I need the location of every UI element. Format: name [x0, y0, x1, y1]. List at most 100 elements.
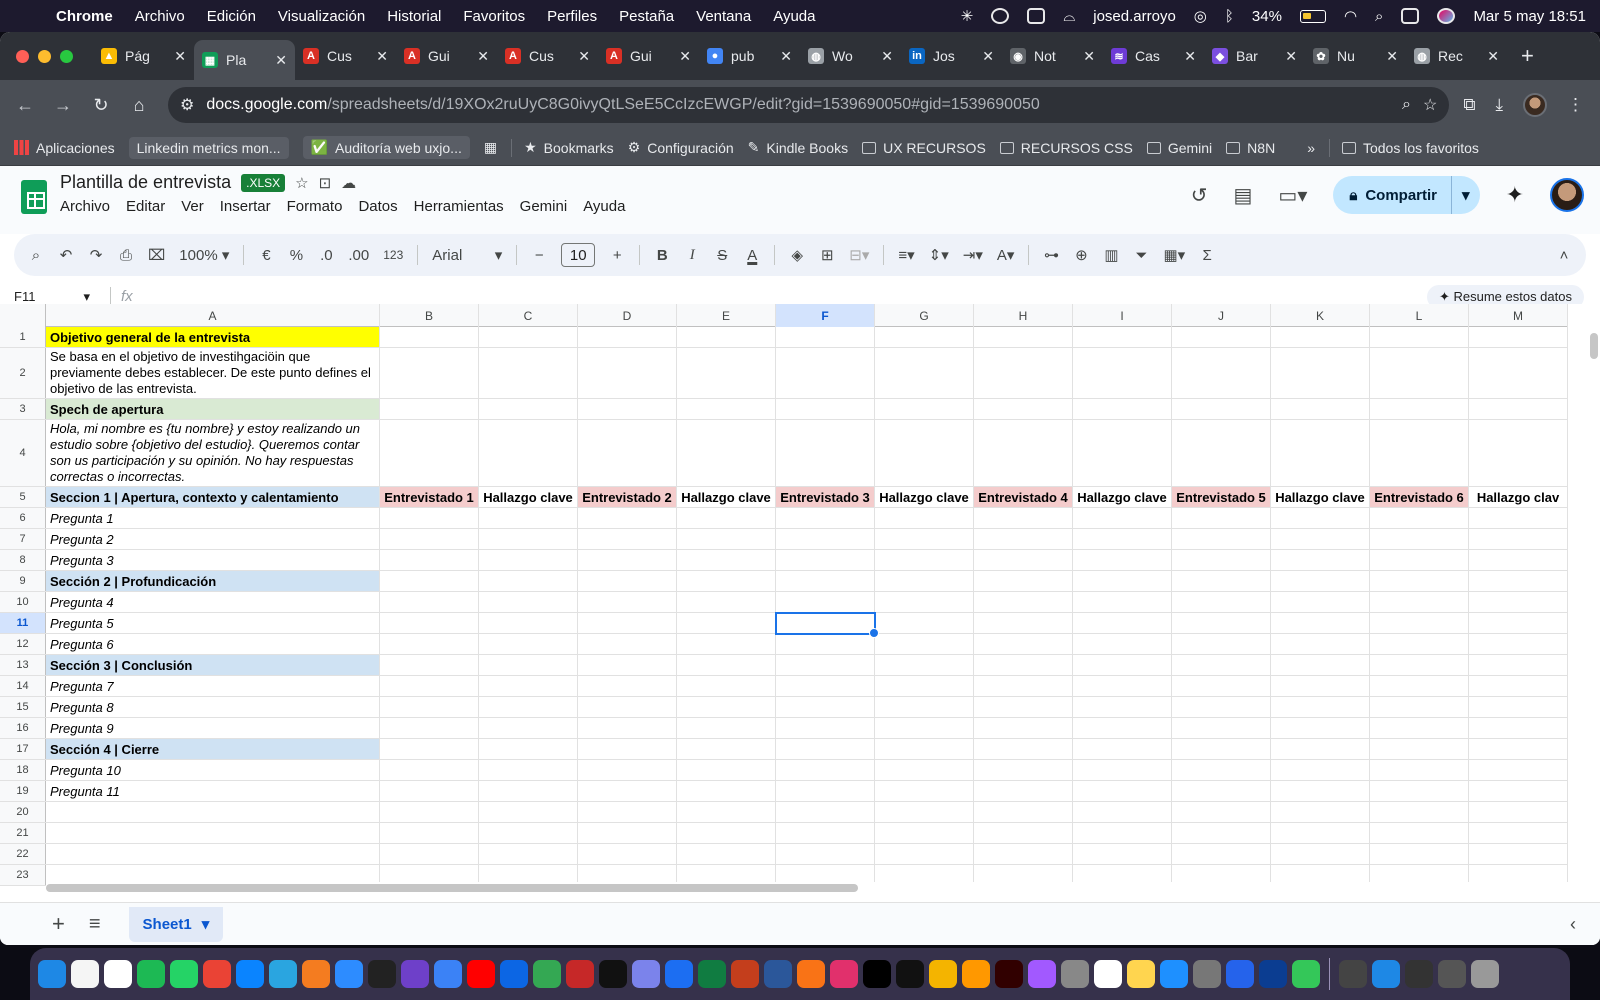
grid-cell[interactable]: [1271, 592, 1370, 612]
zoom-select[interactable]: 100% ▾: [179, 246, 229, 265]
grid-cell[interactable]: [875, 348, 974, 398]
reload-icon[interactable]: ↻: [82, 95, 120, 116]
grid-cell[interactable]: [479, 420, 578, 486]
grid-cell[interactable]: [578, 508, 677, 528]
filter-views-icon[interactable]: ▦▾: [1163, 246, 1185, 264]
vertical-align-icon[interactable]: ⇕▾: [929, 246, 949, 264]
grid-cell[interactable]: [479, 781, 578, 801]
insert-chart-icon[interactable]: ▥: [1103, 246, 1119, 264]
grid-cell[interactable]: [1370, 697, 1469, 717]
menu-insertar[interactable]: Insertar: [220, 198, 271, 215]
more-bookmarks-button[interactable]: »: [1307, 140, 1315, 156]
grid-cell[interactable]: [1271, 571, 1370, 591]
menubar-item[interactable]: Perfiles: [547, 8, 597, 25]
grid-cell[interactable]: [380, 327, 479, 347]
dock-app-icon[interactable]: [1160, 960, 1188, 988]
row-header[interactable]: 23: [0, 865, 46, 885]
grid-cell[interactable]: [776, 739, 875, 759]
bookmark-item[interactable]: ★ Bookmarks: [524, 139, 614, 156]
grid-cell[interactable]: [380, 739, 479, 759]
dock-app-icon[interactable]: [830, 960, 858, 988]
vertical-scrollbar[interactable]: [1588, 328, 1600, 888]
grid-cell[interactable]: Seccion 1 | Apertura, contexto y calenta…: [46, 487, 380, 507]
grid-cell[interactable]: [1370, 739, 1469, 759]
row-header[interactable]: 8: [0, 550, 46, 570]
grid-cell[interactable]: [578, 760, 677, 780]
grid-cell[interactable]: [974, 739, 1073, 759]
grid-cell[interactable]: [875, 823, 974, 843]
grid-cell[interactable]: [776, 613, 875, 633]
grid-cell[interactable]: [677, 655, 776, 675]
grid-cell[interactable]: [974, 844, 1073, 864]
grid-cell[interactable]: [1469, 420, 1568, 486]
dock-app-icon[interactable]: [38, 960, 66, 988]
dock-app-icon[interactable]: [863, 960, 891, 988]
menu-gemini[interactable]: Gemini: [520, 198, 568, 215]
dock-app-icon[interactable]: [467, 960, 495, 988]
row-header[interactable]: 15: [0, 697, 46, 717]
grid-cell[interactable]: [974, 592, 1073, 612]
dock-app-icon[interactable]: [335, 960, 363, 988]
grid-cell[interactable]: [578, 844, 677, 864]
grid-cell[interactable]: [1271, 420, 1370, 486]
grid-cell[interactable]: [1073, 571, 1172, 591]
grid-cell[interactable]: [1469, 508, 1568, 528]
row-header[interactable]: 19: [0, 781, 46, 801]
grid-cell[interactable]: [1469, 613, 1568, 633]
menubar-item[interactable]: Ventana: [696, 8, 751, 25]
grid-cell[interactable]: [1271, 844, 1370, 864]
grid-cell[interactable]: [1370, 327, 1469, 347]
dock-app-icon[interactable]: [731, 960, 759, 988]
grid-cell[interactable]: [46, 802, 380, 822]
grid-cell[interactable]: [776, 399, 875, 419]
dock-app-icon[interactable]: [1127, 960, 1155, 988]
dock-app-icon[interactable]: [434, 960, 462, 988]
dock-app-icon[interactable]: [401, 960, 429, 988]
grid-cell[interactable]: [380, 844, 479, 864]
functions-icon[interactable]: Σ: [1199, 247, 1215, 264]
text-rotation-icon[interactable]: A▾: [997, 246, 1015, 264]
menubar-item[interactable]: Edición: [207, 8, 256, 25]
grid-cell[interactable]: Pregunta 8: [46, 697, 380, 717]
grid-cell[interactable]: [974, 718, 1073, 738]
grid-cell[interactable]: [1271, 676, 1370, 696]
menu-datos[interactable]: Datos: [358, 198, 397, 215]
grid-cell[interactable]: [479, 739, 578, 759]
grid-cell[interactable]: [1172, 613, 1271, 633]
number-format-button[interactable]: 123: [383, 248, 403, 262]
grid-cell[interactable]: [380, 760, 479, 780]
browser-tab[interactable]: A Cus ✕: [295, 39, 396, 73]
grid-cell[interactable]: [1370, 508, 1469, 528]
comments-icon[interactable]: ▤: [1234, 183, 1253, 208]
dock-app-icon[interactable]: [1292, 960, 1320, 988]
grid-cell[interactable]: [1370, 718, 1469, 738]
grid-cell[interactable]: [1370, 676, 1469, 696]
grid-cell[interactable]: [1073, 550, 1172, 570]
grid-cell[interactable]: [875, 760, 974, 780]
grid-cell[interactable]: [974, 781, 1073, 801]
text-wrap-icon[interactable]: ⇥▾: [963, 246, 983, 264]
grid-cell[interactable]: [1172, 529, 1271, 549]
grid-cell[interactable]: [578, 802, 677, 822]
grid-cell[interactable]: [1271, 781, 1370, 801]
grid-cell[interactable]: [776, 781, 875, 801]
grid-cell[interactable]: [380, 613, 479, 633]
dock-app-icon[interactable]: [566, 960, 594, 988]
dock-app-icon[interactable]: [797, 960, 825, 988]
grid-cell[interactable]: [776, 802, 875, 822]
grid-cell[interactable]: [1172, 781, 1271, 801]
grid-cell[interactable]: [1271, 718, 1370, 738]
grid-cell[interactable]: Hallazgo clave: [875, 487, 974, 507]
grid-cell[interactable]: [380, 802, 479, 822]
dock-app-icon[interactable]: [1193, 960, 1221, 988]
battery-percent[interactable]: 34%: [1252, 8, 1282, 25]
grid-cell[interactable]: [1469, 823, 1568, 843]
grid-cell[interactable]: [1370, 529, 1469, 549]
zoom-icon[interactable]: ⌕: [1402, 96, 1411, 114]
grid-cell[interactable]: [875, 697, 974, 717]
menubar-item[interactable]: Archivo: [135, 8, 185, 25]
close-tab-icon[interactable]: ✕: [780, 48, 792, 65]
fill-color-icon[interactable]: ◈: [789, 246, 805, 264]
grid-cell[interactable]: [479, 676, 578, 696]
browser-tab[interactable]: ▲ Pág ✕: [93, 39, 194, 73]
